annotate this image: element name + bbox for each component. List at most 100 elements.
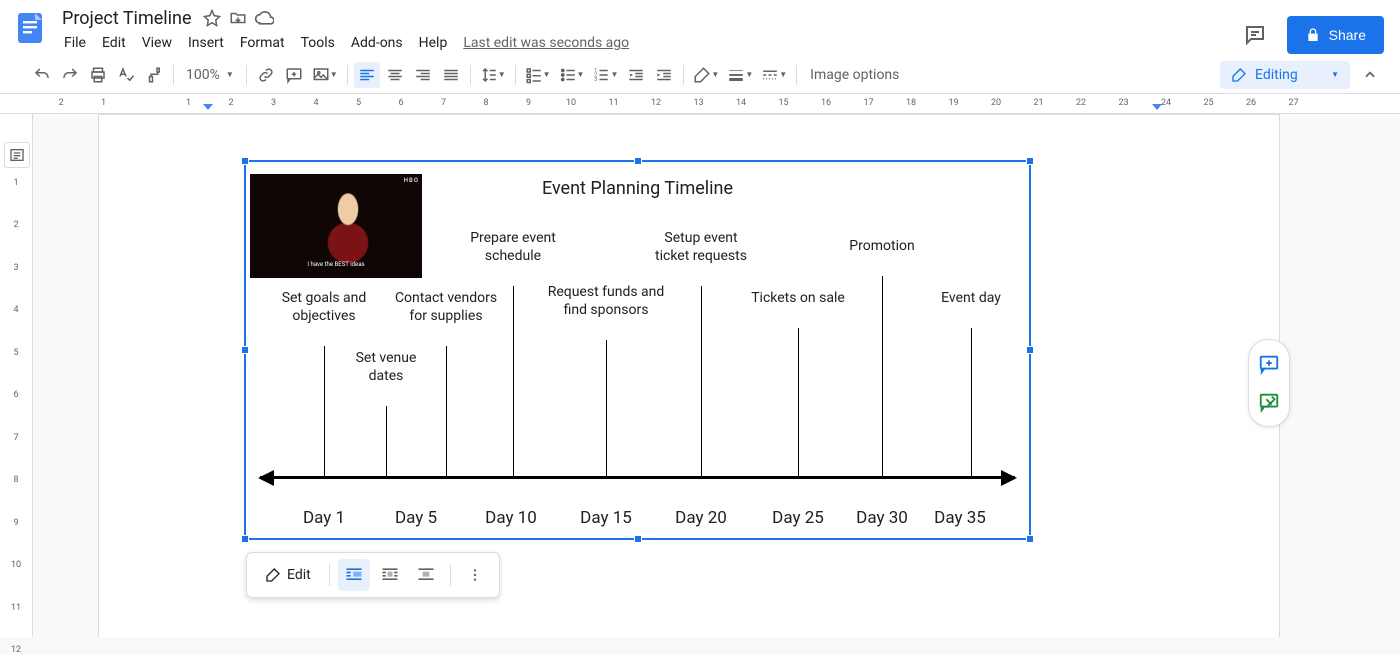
- wrap-inline-button[interactable]: [338, 559, 370, 591]
- timeline-event-label: Request funds and find sponsors: [536, 284, 676, 319]
- ruler-h-tick: 1: [101, 98, 106, 108]
- chevron-down-icon: ▼: [745, 70, 753, 79]
- border-weight-button[interactable]: ▼: [724, 62, 756, 88]
- star-icon[interactable]: [202, 8, 222, 28]
- add-comment-side-button[interactable]: [1253, 348, 1285, 380]
- ruler-h-tick: 21: [1033, 98, 1043, 108]
- open-comments-icon[interactable]: [1241, 21, 1269, 49]
- checklist-button[interactable]: ▼: [522, 62, 554, 88]
- insert-link-button[interactable]: [253, 62, 279, 88]
- ruler-v-tick: 12: [11, 645, 21, 655]
- menu-bar: FileEditViewInsertFormatToolsAdd-onsHelp…: [54, 30, 629, 56]
- ruler-h-tick: 12: [651, 98, 661, 108]
- line-spacing-button[interactable]: ▼: [477, 62, 509, 88]
- border-dash-button[interactable]: ▼: [758, 62, 790, 88]
- redo-button[interactable]: [57, 62, 83, 88]
- ruler-h-tick: 3: [271, 98, 276, 108]
- chevron-down-icon: ▼: [543, 70, 551, 79]
- spellcheck-button[interactable]: [113, 62, 139, 88]
- timeline-tick: [798, 328, 799, 477]
- ruler-h-tick: 4: [313, 98, 318, 108]
- timeline-diagram: Event Planning Timeline HBO I have the B…: [246, 162, 1029, 538]
- ruler-v-tick: 11: [11, 603, 21, 613]
- bulleted-list-button[interactable]: ▼: [556, 62, 588, 88]
- timeline-tick: [606, 340, 607, 477]
- left-indent-marker[interactable]: [203, 104, 213, 110]
- timeline-event-label: Promotion: [812, 238, 952, 256]
- ruler-v-tick: 2: [13, 220, 18, 230]
- indent-decrease-button[interactable]: [623, 62, 649, 88]
- menu-view[interactable]: View: [134, 32, 180, 54]
- docs-logo[interactable]: [10, 8, 50, 48]
- embedded-photo: HBO I have the BEST ideas: [250, 174, 422, 278]
- edit-image-button[interactable]: Edit: [255, 561, 321, 589]
- ruler-v-tick: 4: [13, 305, 18, 315]
- align-left-button[interactable]: [354, 62, 380, 88]
- timeline-tick: [386, 406, 387, 477]
- ruler-h-tick: 10: [566, 98, 576, 108]
- suggest-edits-side-button[interactable]: [1253, 386, 1285, 418]
- zoom-select[interactable]: 100%▼: [180, 62, 240, 88]
- timeline-tick: [701, 286, 702, 477]
- share-button[interactable]: Share: [1287, 16, 1384, 54]
- menu-format[interactable]: Format: [232, 32, 293, 54]
- image-options-button[interactable]: Image options: [802, 67, 907, 83]
- ruler-h-tick: 20: [991, 98, 1001, 108]
- timeline-axis-label: Day 10: [485, 508, 537, 528]
- ruler-v-tick: 7: [13, 433, 18, 443]
- ruler-h-tick: 19: [948, 98, 958, 108]
- ruler-h-tick: 13: [693, 98, 703, 108]
- wrap-break-button[interactable]: [410, 559, 442, 591]
- add-comment-button[interactable]: [281, 62, 307, 88]
- menu-insert[interactable]: Insert: [180, 32, 232, 54]
- menu-file[interactable]: File: [56, 32, 94, 54]
- timeline-event-label: Set venue dates: [316, 350, 456, 385]
- align-center-button[interactable]: [382, 62, 408, 88]
- timeline-axis-label: Day 25: [772, 508, 824, 528]
- paint-format-button[interactable]: [141, 62, 167, 88]
- wrap-text-button[interactable]: [374, 559, 406, 591]
- collapse-toolbar-button[interactable]: [1360, 68, 1380, 82]
- timeline-event-label: Prepare event schedule: [443, 230, 583, 265]
- chevron-down-icon: ▼: [330, 70, 338, 79]
- image-more-button[interactable]: [459, 559, 491, 591]
- align-justify-button[interactable]: [438, 62, 464, 88]
- ruler-h-tick: 25: [1203, 98, 1213, 108]
- ruler-h-tick: 23: [1118, 98, 1128, 108]
- align-right-button[interactable]: [410, 62, 436, 88]
- document-outline-button[interactable]: [4, 142, 30, 168]
- ruler-h-tick: 11: [608, 98, 618, 108]
- chevron-down-icon: ▼: [610, 70, 618, 79]
- selected-image-frame[interactable]: Event Planning Timeline HBO I have the B…: [244, 160, 1031, 540]
- cloud-status-icon[interactable]: [254, 8, 274, 28]
- ruler-v-tick: 5: [13, 348, 18, 358]
- menu-add-ons[interactable]: Add-ons: [343, 32, 411, 54]
- menu-help[interactable]: Help: [411, 32, 456, 54]
- numbered-list-button[interactable]: 123▼: [589, 62, 621, 88]
- menu-tools[interactable]: Tools: [293, 32, 343, 54]
- vertical-ruler[interactable]: 123456789101112: [0, 114, 33, 637]
- document-title[interactable]: Project Timeline: [58, 6, 196, 31]
- border-color-button[interactable]: ▼: [690, 62, 722, 88]
- horizontal-ruler[interactable]: 2112345678910111213141516171819202122232…: [0, 94, 1400, 114]
- last-edit-link[interactable]: Last edit was seconds ago: [463, 35, 629, 51]
- document-canvas[interactable]: Event Planning Timeline HBO I have the B…: [33, 114, 1400, 637]
- ruler-h-tick: 2: [228, 98, 233, 108]
- menu-edit[interactable]: Edit: [94, 32, 134, 54]
- ruler-h-tick: 14: [736, 98, 746, 108]
- timeline-event-label: Event day: [901, 290, 1041, 308]
- indent-increase-button[interactable]: [651, 62, 677, 88]
- insert-image-button[interactable]: ▼: [309, 62, 341, 88]
- ruler-h-tick: 24: [1161, 98, 1171, 108]
- chevron-down-icon: ▼: [577, 70, 585, 79]
- ruler-h-tick: 16: [821, 98, 831, 108]
- ruler-v-tick: 8: [13, 475, 18, 485]
- print-button[interactable]: [85, 62, 111, 88]
- editing-mode-select[interactable]: Editing ▼: [1220, 61, 1350, 89]
- timeline-axis: [260, 476, 1015, 479]
- hbo-badge: HBO: [404, 177, 419, 184]
- undo-button[interactable]: [29, 62, 55, 88]
- timeline-event-label: Setup event ticket requests: [631, 230, 771, 265]
- move-icon[interactable]: [228, 8, 248, 28]
- timeline-tick: [971, 328, 972, 477]
